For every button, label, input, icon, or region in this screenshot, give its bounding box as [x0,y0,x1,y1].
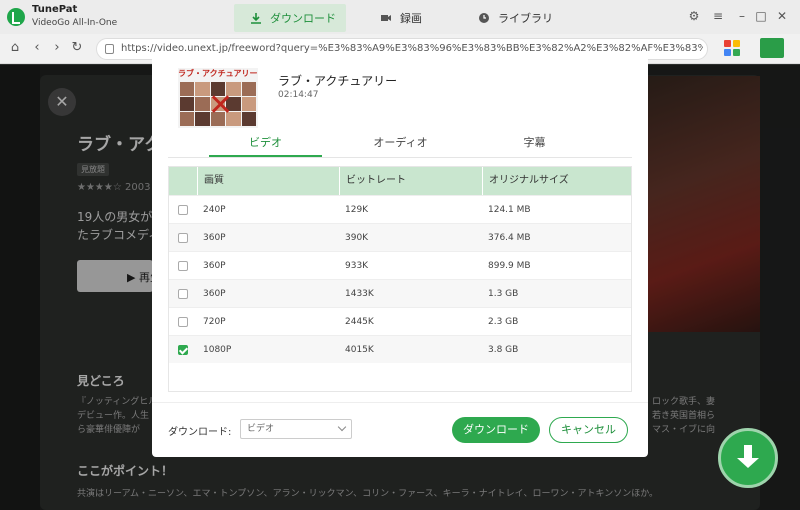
cell-quality: 1080P [203,345,232,355]
cell-quality: 720P [203,317,226,327]
cell-bitrate: 2445K [345,317,374,327]
table-row[interactable]: 720P 2445K 2.3 GB [169,307,631,335]
cell-bitrate: 390K [345,233,369,243]
app-logo-icon [7,8,25,26]
download-settings-dialog: ラブ・アクチュアリー ✕ ラブ・アクチュアリー 02:14:47 ビデオ オーデ… [152,54,648,457]
row-checkbox[interactable] [178,233,188,243]
table-header: 画質 ビットレート オリジナルサイズ [169,167,631,195]
column-size: オリジナルサイズ [482,167,631,195]
row-checkbox[interactable] [178,261,188,271]
back-icon[interactable]: ‹ [30,41,44,55]
apps-grid-icon[interactable] [724,40,740,56]
download-tray-icon[interactable] [760,38,784,58]
tab-record-label: 録画 [400,12,422,25]
camera-icon [381,15,391,21]
cell-bitrate: 933K [345,261,369,271]
column-bitrate: ビットレート [339,167,482,195]
download-type-value: ビデオ [247,424,275,434]
tab-subtitle[interactable]: 字幕 [478,132,591,157]
table-row[interactable]: 360P 390K 376.4 MB [169,223,631,251]
column-quality: 画質 [197,167,339,195]
cell-quality: 360P [203,261,226,271]
thumbnail-title: ラブ・アクチュアリー [178,69,258,78]
cell-size: 3.8 GB [488,345,519,355]
cell-quality: 240P [203,205,226,215]
movie-duration: 02:14:47 [278,90,319,100]
tab-record[interactable]: 録画 [380,4,440,32]
row-checkbox[interactable] [178,345,188,355]
download-type-select[interactable]: ビデオ [240,419,352,439]
cell-quality: 360P [203,289,226,299]
clock-icon [479,13,489,23]
tab-download[interactable]: ダウンロード [234,4,346,32]
download-button[interactable]: ダウンロード [452,417,540,443]
lock-icon [105,44,114,54]
minimize-icon[interactable]: – [736,10,748,22]
movie-title: ラブ・アクチュアリー [278,74,398,88]
row-checkbox[interactable] [178,289,188,299]
cell-size: 376.4 MB [488,233,531,243]
dialog-tabs: ビデオ オーディオ 字幕 [168,132,632,158]
row-checkbox[interactable] [178,205,188,215]
download-type-label: ダウンロード: [168,427,232,438]
tab-library-label: ライブラリ [498,12,553,25]
table-row[interactable]: 240P 129K 124.1 MB [169,195,631,223]
row-checkbox[interactable] [178,317,188,327]
movie-thumbnail: ラブ・アクチュアリー ✕ [178,68,258,128]
cell-size: 2.3 GB [488,317,519,327]
quality-table: 画質 ビットレート オリジナルサイズ 240P 129K 124.1 MB 36… [168,166,632,392]
home-icon[interactable]: ⌂ [8,41,22,55]
close-icon[interactable]: ✕ [776,10,788,22]
cell-bitrate: 129K [345,205,369,215]
table-row[interactable]: 360P 933K 899.9 MB [169,251,631,279]
cell-size: 1.3 GB [488,289,519,299]
url-text: https://video.unext.jp/freeword?query=%E… [121,43,703,54]
table-row[interactable]: 360P 1433K 1.3 GB [169,279,631,307]
floating-download-button[interactable] [718,428,778,488]
chevron-down-icon [337,422,347,432]
app-subtitle: VideoGo All-In-One [32,18,118,28]
cell-bitrate: 1433K [345,289,374,299]
forward-icon[interactable]: › [50,41,64,55]
app-name: TunePat [32,4,78,15]
tab-library[interactable]: ライブラリ [478,4,558,32]
maximize-icon[interactable]: □ [755,10,767,22]
tab-video[interactable]: ビデオ [209,132,322,157]
reload-icon[interactable]: ↻ [70,41,84,55]
tab-download-label: ダウンロード [270,12,336,25]
cell-bitrate: 4015K [345,345,374,355]
cell-size: 899.9 MB [488,261,531,271]
table-row[interactable]: 1080P 4015K 3.8 GB [169,335,631,363]
title-bar: TunePat VideoGo All-In-One ダウンロード 録画 ライブ… [0,0,800,34]
gear-icon[interactable]: ⚙ [688,10,700,22]
thumbnail-mark: ✕ [208,88,234,123]
cell-quality: 360P [203,233,226,243]
download-icon [251,13,261,24]
menu-icon[interactable]: ≡ [712,10,724,22]
cancel-button[interactable]: キャンセル [549,417,628,443]
dialog-footer: ダウンロード: ビデオ ダウンロード キャンセル [152,402,648,457]
tab-audio[interactable]: オーディオ [344,132,457,157]
cell-size: 124.1 MB [488,205,531,215]
